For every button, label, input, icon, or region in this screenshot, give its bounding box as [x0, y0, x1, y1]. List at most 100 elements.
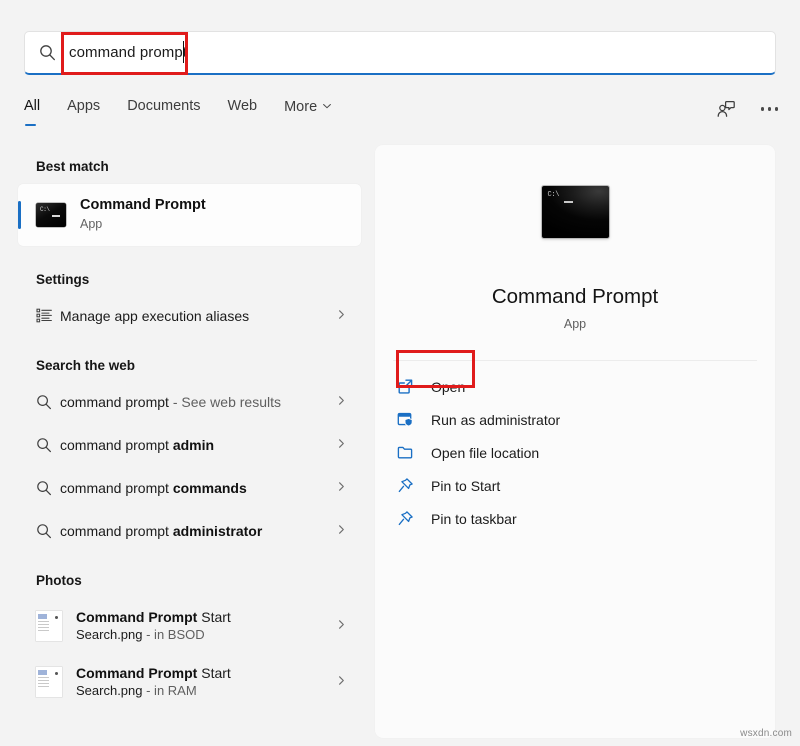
search-icon [36, 523, 60, 539]
best-match-title: Command Prompt [80, 197, 206, 214]
tab-more[interactable]: More [284, 96, 332, 115]
web-suggestions: command prompt - See web resultscommand … [0, 380, 375, 552]
dot [775, 107, 779, 111]
section-heading-best-match: Best match [0, 159, 375, 174]
action-label: Pin to Start [431, 478, 500, 494]
web-suggestion-row[interactable]: command prompt - See web results [0, 380, 375, 423]
pin-icon [397, 477, 431, 494]
photo-result-name: Command Prompt Start [76, 664, 336, 682]
tab-web[interactable]: Web [228, 96, 258, 114]
photo-result-row[interactable]: Command Prompt StartSearch.png - in BSOD [0, 598, 375, 654]
app-detail-panel: C:\ Command Prompt App Open Run as admini… [375, 145, 775, 738]
command-prompt-icon: C:\ [36, 203, 66, 227]
dot [761, 107, 765, 111]
thumb-block [38, 614, 47, 619]
tab-all[interactable]: All [24, 96, 40, 114]
search-box[interactable] [24, 31, 776, 75]
best-match-result-command-prompt[interactable]: C:\ Command Prompt App [18, 184, 361, 246]
action-pin-to-taskbar[interactable]: Pin to taskbar [375, 502, 775, 535]
web-suggestion-query: command prompt [60, 437, 173, 453]
prompt-glyph: C:\ [40, 206, 50, 213]
chevron-right-icon[interactable] [336, 673, 347, 691]
search-icon [36, 394, 60, 410]
results-list: Best match C:\ Command Prompt App Settin… [0, 145, 375, 746]
thumb-dot [55, 616, 58, 619]
photo-name-match: Command Prompt [76, 665, 197, 681]
ellipsis-icon[interactable] [761, 107, 779, 111]
app-subtitle: App [375, 317, 775, 331]
settings-result-label: Manage app execution aliases [60, 308, 336, 324]
action-open-file-location[interactable]: Open file location [375, 436, 775, 469]
photo-file-location: - in RAM [143, 683, 197, 698]
chevron-right-icon[interactable] [336, 617, 347, 635]
chevron-right-icon[interactable] [336, 307, 347, 325]
web-suggestion-suffix: commands [173, 480, 247, 496]
photo-file-name: Search.png [76, 683, 143, 698]
thumb-dot [55, 672, 58, 675]
chevron-right-icon[interactable] [336, 436, 347, 454]
cursor-underscore [564, 201, 573, 203]
web-suggestion-label: command prompt admin [60, 437, 336, 453]
action-label: Open [431, 379, 465, 395]
image-thumbnail [36, 611, 62, 641]
chevron-right-icon[interactable] [336, 522, 347, 540]
tab-web-label: Web [228, 98, 258, 114]
shield-admin-icon [397, 411, 431, 428]
text-caret [183, 41, 184, 63]
feedback-person-icon[interactable] [713, 96, 739, 122]
search-icon [36, 480, 60, 496]
web-suggestion-label: command prompt administrator [60, 523, 336, 539]
tab-documents[interactable]: Documents [127, 96, 200, 114]
chevron-right-icon[interactable] [336, 393, 347, 411]
web-suggestion-suffix: administrator [173, 523, 262, 539]
thumb-lines [38, 621, 49, 622]
pin-icon [397, 510, 431, 527]
web-suggestion-query: command prompt [60, 480, 173, 496]
web-suggestion-suffix: admin [173, 437, 214, 453]
command-prompt-icon-large: C:\ [542, 186, 609, 238]
section-heading-settings: Settings [0, 272, 375, 287]
photo-result-name: Command Prompt Start [76, 608, 336, 626]
photo-result-file: Search.png - in RAM [76, 682, 336, 700]
web-suggestion-row[interactable]: command prompt administrator [0, 509, 375, 552]
web-suggestion-query: command prompt [60, 394, 169, 410]
tab-documents-label: Documents [127, 98, 200, 114]
photo-file-name: Search.png [76, 627, 143, 642]
app-actions: Open Run as administrator Open file locati… [375, 361, 775, 535]
cursor-underscore [52, 215, 60, 217]
thumb-block [38, 670, 47, 675]
photo-result-text: Command Prompt StartSearch.png - in BSOD [76, 608, 336, 644]
photo-result-row[interactable]: Command Prompt StartSearch.png - in RAM [0, 654, 375, 710]
photo-name-rest: Start [197, 609, 230, 625]
action-open[interactable]: Open [375, 370, 775, 403]
best-match-text: Command Prompt App [80, 197, 206, 233]
photo-name-rest: Start [197, 665, 230, 681]
photo-result-file: Search.png - in BSOD [76, 626, 336, 644]
open-external-icon [397, 378, 431, 395]
watermark: wsxdn.com [740, 728, 792, 739]
chevron-right-icon[interactable] [336, 479, 347, 497]
tab-apps[interactable]: Apps [67, 96, 100, 114]
tab-more-label: More [284, 99, 317, 115]
thumb-lines [38, 677, 49, 678]
action-label: Run as administrator [431, 412, 560, 428]
search-icon [25, 44, 69, 61]
settings-result-manage-aliases[interactable]: Manage app execution aliases [0, 294, 375, 337]
prompt-glyph: C:\ [548, 191, 560, 199]
tab-apps-label: Apps [67, 98, 100, 114]
action-pin-to-start[interactable]: Pin to Start [375, 469, 775, 502]
web-suggestion-row[interactable]: command prompt admin [0, 423, 375, 466]
search-input[interactable] [69, 33, 775, 73]
best-match-subtitle: App [80, 216, 206, 233]
photo-name-match: Command Prompt [76, 609, 197, 625]
image-thumbnail [36, 667, 62, 697]
web-suggestion-suffix: - See web results [169, 394, 281, 410]
app-title: Command Prompt [375, 285, 775, 309]
web-suggestion-row[interactable]: command prompt commands [0, 466, 375, 509]
dot [768, 107, 772, 111]
header-actions [713, 96, 779, 122]
action-run-as-administrator[interactable]: Run as administrator [375, 403, 775, 436]
photo-result-text: Command Prompt StartSearch.png - in RAM [76, 664, 336, 700]
action-label: Pin to taskbar [431, 511, 517, 527]
photo-file-location: - in BSOD [143, 627, 205, 642]
